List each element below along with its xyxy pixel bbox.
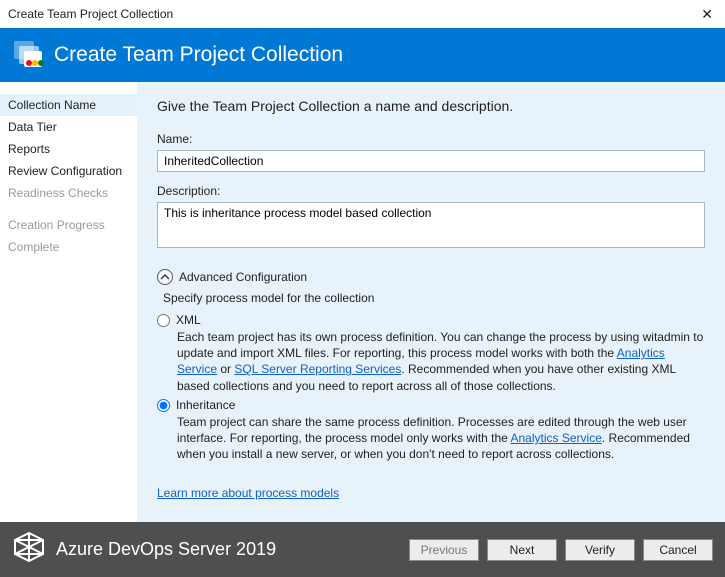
sidebar-item-complete: Complete (0, 236, 137, 258)
radio-inheritance[interactable] (157, 399, 170, 412)
brand-title: Azure DevOps Server 2019 (56, 539, 276, 560)
sidebar-item-creation-progress: Creation Progress (0, 214, 137, 236)
window-title: Create Team Project Collection (8, 7, 173, 21)
description-input[interactable] (157, 202, 705, 248)
cancel-button[interactable]: Cancel (643, 539, 713, 561)
brand: Azure DevOps Server 2019 (12, 530, 276, 569)
chevron-up-icon[interactable] (157, 269, 173, 285)
option-xml: XML Each team project has its own proces… (157, 313, 705, 394)
wizard-body: Collection Name Data Tier Reports Review… (0, 82, 725, 522)
footer-buttons: Previous Next Verify Cancel (409, 539, 713, 561)
radio-xml-label: XML (176, 313, 201, 327)
previous-button[interactable]: Previous (409, 539, 479, 561)
radio-inheritance-label: Inheritance (176, 398, 235, 412)
verify-button[interactable]: Verify (565, 539, 635, 561)
xml-description: Each team project has its own process de… (177, 329, 705, 394)
process-model-label: Specify process model for the collection (163, 291, 705, 305)
sidebar-item-reports[interactable]: Reports (0, 138, 137, 160)
sidebar-item-collection-name[interactable]: Collection Name (0, 94, 137, 116)
option-inheritance: Inheritance Team project can share the s… (157, 398, 705, 463)
wizard-sidebar: Collection Name Data Tier Reports Review… (0, 82, 137, 522)
inheritance-description: Team project can share the same process … (177, 414, 705, 463)
wizard-footer: Azure DevOps Server 2019 Previous Next V… (0, 522, 725, 577)
wizard-banner: Create Team Project Collection (0, 28, 725, 82)
sidebar-item-review-configuration[interactable]: Review Configuration (0, 160, 137, 182)
sidebar-item-data-tier[interactable]: Data Tier (0, 116, 137, 138)
link-sql-reporting[interactable]: SQL Server Reporting Services (234, 362, 401, 376)
banner-title: Create Team Project Collection (54, 43, 343, 67)
azure-devops-icon (12, 530, 46, 569)
learn-more-row: Learn more about process models (157, 486, 705, 500)
wizard-main: Give the Team Project Collection a name … (137, 82, 725, 522)
link-analytics-service-inh[interactable]: Analytics Service (511, 431, 602, 445)
name-input[interactable] (157, 150, 705, 172)
link-learn-more[interactable]: Learn more about process models (157, 486, 339, 500)
sidebar-item-readiness-checks: Readiness Checks (0, 182, 137, 204)
collection-icon (14, 41, 44, 69)
window-titlebar: Create Team Project Collection ✕ (0, 0, 725, 28)
description-label: Description: (157, 184, 705, 198)
next-button[interactable]: Next (487, 539, 557, 561)
close-icon[interactable]: ✕ (695, 4, 719, 25)
radio-xml[interactable] (157, 314, 170, 327)
name-label: Name: (157, 132, 705, 146)
page-heading: Give the Team Project Collection a name … (157, 98, 705, 114)
advanced-config-label: Advanced Configuration (179, 270, 307, 284)
